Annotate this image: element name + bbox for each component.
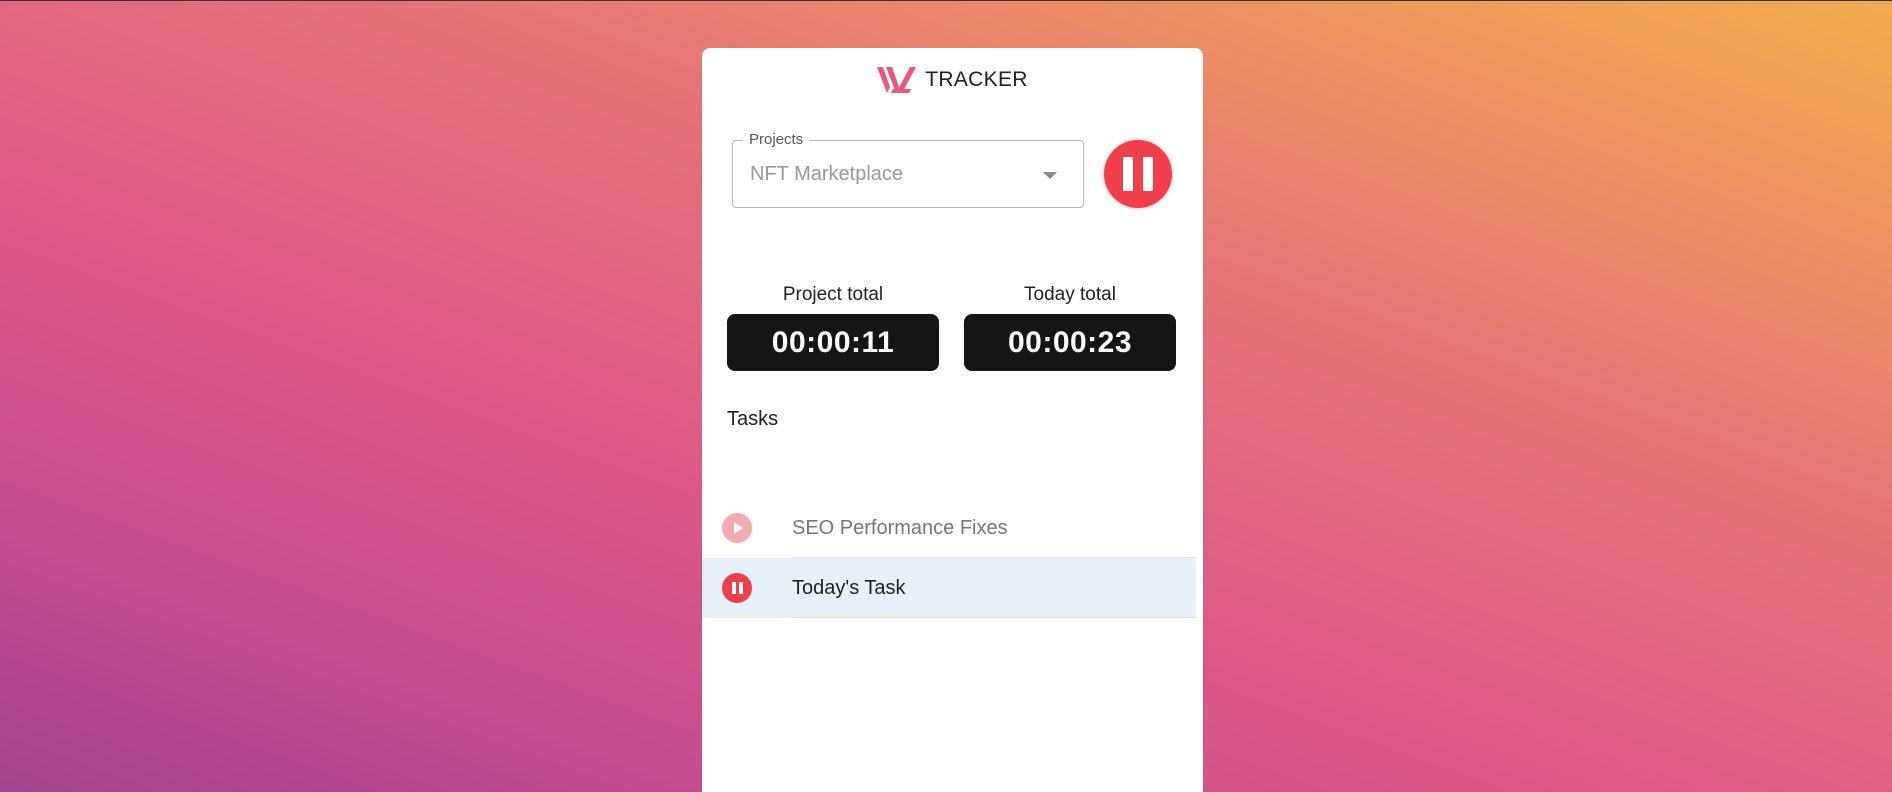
brand-name: TRACKER: [925, 68, 1028, 91]
project-total-label: Project total: [782, 284, 884, 305]
pause-icon: [1143, 157, 1153, 191]
projects-select-value: NFT Marketplace: [750, 163, 904, 185]
task-list: SEO Performance Fixes Today's Task: [702, 498, 1196, 618]
today-total-label: Today total: [1024, 284, 1116, 305]
pause-icon: [731, 582, 736, 594]
tasks-heading: Tasks: [727, 408, 779, 430]
pause-icon: [738, 582, 743, 594]
play-icon: [734, 522, 743, 534]
project-total-value: 00:00:11: [727, 314, 939, 371]
project-pause-button[interactable]: [1104, 140, 1172, 208]
today-total: Today total 00:00:23: [964, 284, 1176, 371]
task-pause-button[interactable]: [722, 573, 752, 603]
projects-select[interactable]: Projects NFT Marketplace: [732, 131, 1084, 208]
project-total: Project total 00:00:11: [727, 284, 939, 371]
projects-select-label: Projects: [743, 131, 810, 148]
task-name[interactable]: Today's Task: [792, 558, 1196, 618]
list-item[interactable]: SEO Performance Fixes: [702, 498, 1196, 558]
task-play-button[interactable]: [722, 513, 752, 543]
pause-icon: [1123, 157, 1133, 191]
chevron-down-icon[interactable]: [1043, 172, 1057, 179]
list-item[interactable]: Today's Task: [702, 558, 1196, 618]
app-header: TRACKER: [702, 60, 1203, 100]
page-background: TRACKER Projects NFT Marketplace Project…: [0, 0, 1892, 792]
today-total-value: 00:00:23: [964, 314, 1176, 371]
task-name[interactable]: SEO Performance Fixes: [792, 498, 1196, 558]
tracker-card: TRACKER Projects NFT Marketplace Project…: [702, 48, 1203, 792]
logo-icon: [877, 65, 917, 95]
